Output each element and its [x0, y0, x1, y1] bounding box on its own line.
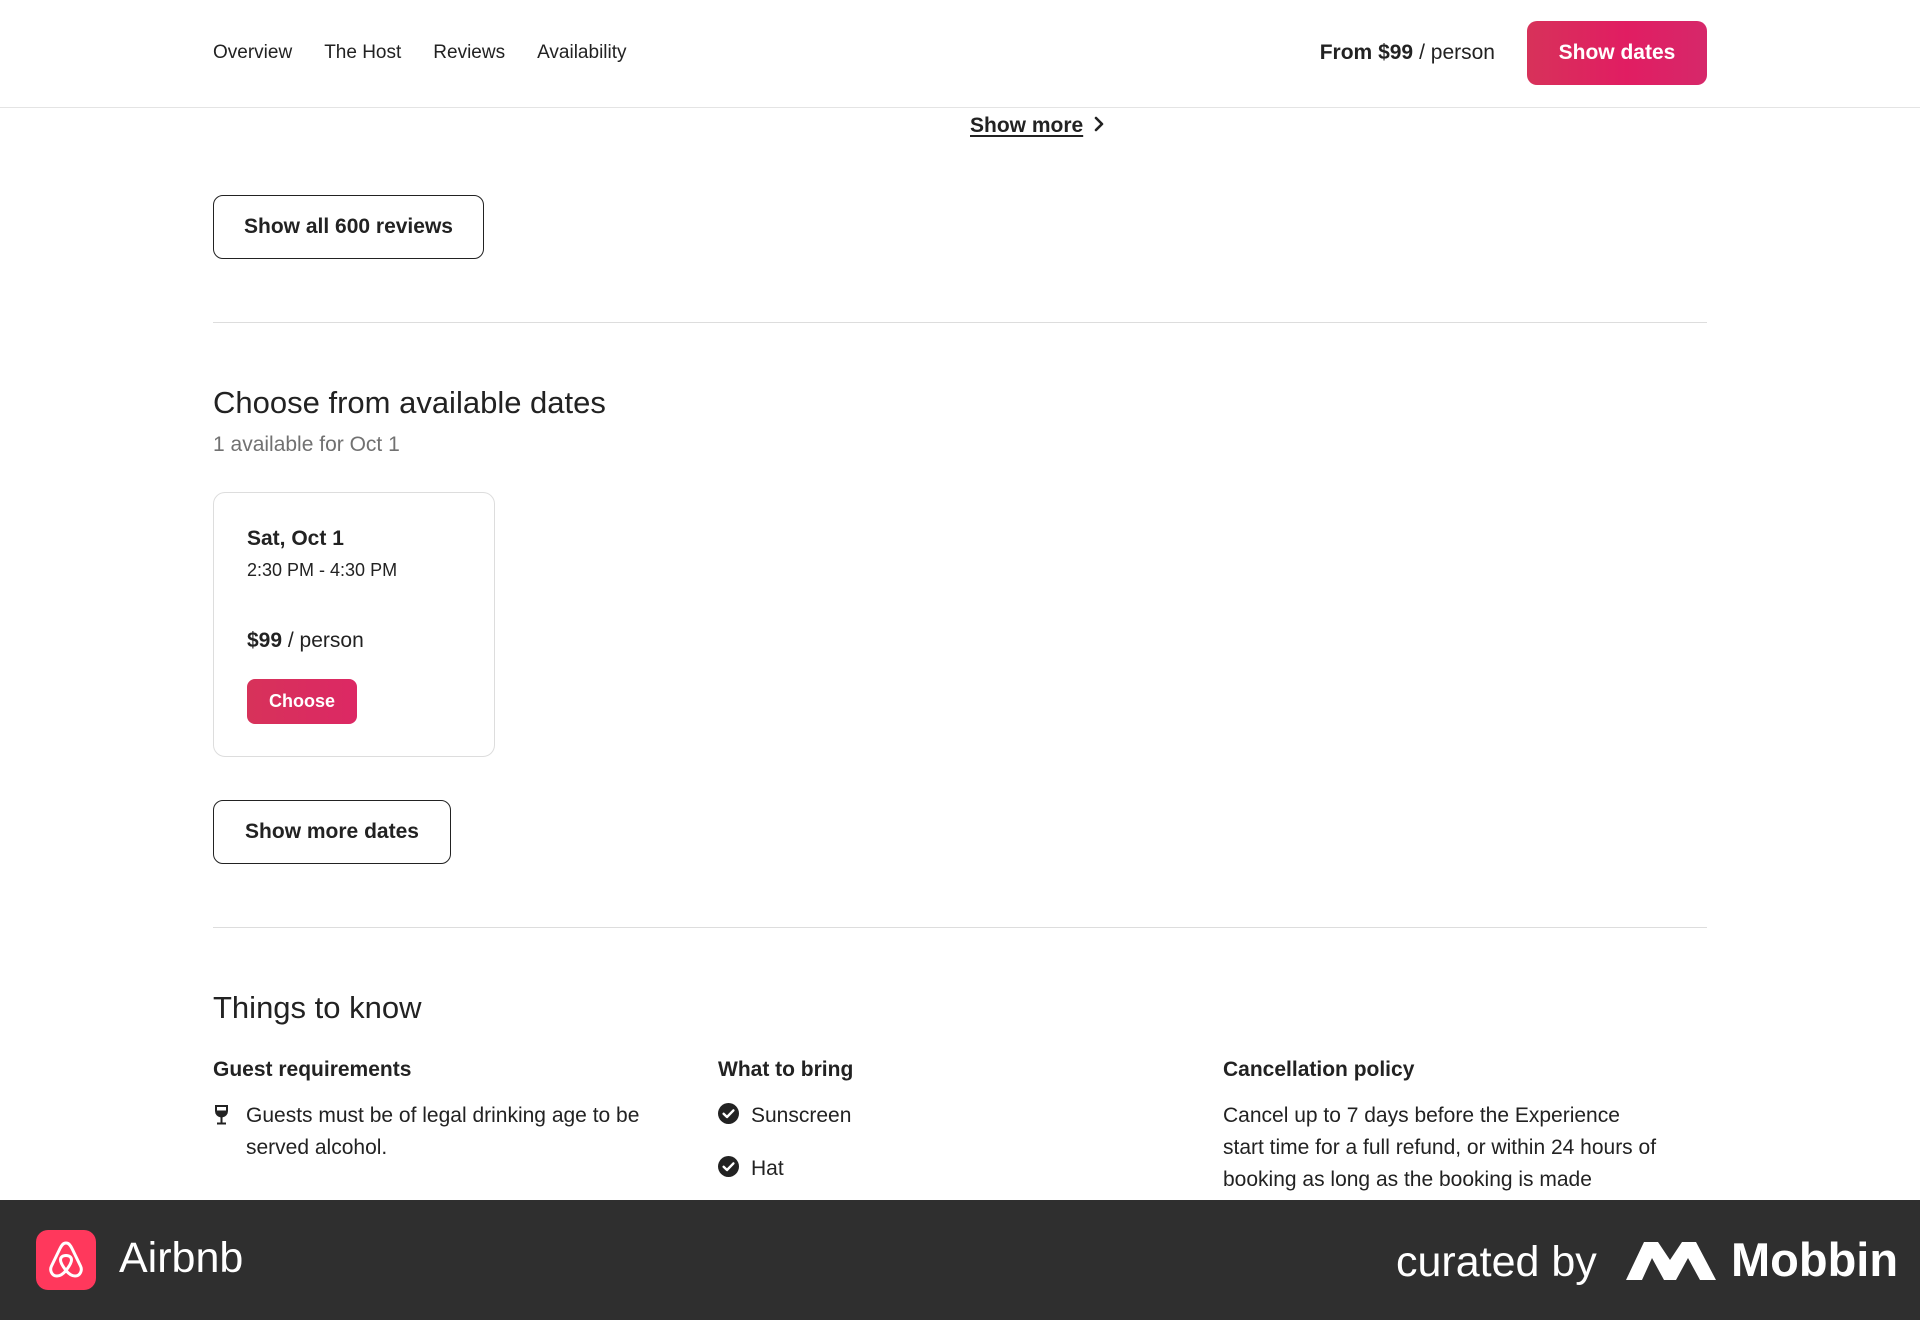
check-circle-icon [718, 1155, 739, 1183]
sticky-header: Overview The Host Reviews Availability F… [0, 0, 1920, 108]
show-all-reviews-button[interactable]: Show all 600 reviews [213, 195, 484, 259]
chevron-right-icon [1093, 114, 1105, 138]
things-to-know-title: Things to know [213, 990, 422, 1025]
nav-the-host[interactable]: The Host [324, 42, 401, 64]
app-name: Airbnb [119, 1234, 244, 1282]
guest-requirements-column: Guest requirements Guests must be of leg… [213, 1058, 643, 1164]
date-card-price: $99 / person [247, 629, 364, 653]
curated-by-label: curated by [1396, 1238, 1597, 1286]
cancellation-policy-text: Cancel up to 7 days before the Experienc… [1223, 1104, 1657, 1191]
choose-button[interactable]: Choose [247, 679, 357, 724]
show-more-dates-button[interactable]: Show more dates [213, 800, 451, 864]
guest-requirements-heading: Guest requirements [213, 1058, 412, 1081]
date-card: Sat, Oct 1 2:30 PM - 4:30 PM $99 / perso… [213, 492, 495, 757]
list-item: Hat [718, 1153, 1148, 1185]
list-item: Guests must be of legal drinking age to … [213, 1100, 643, 1164]
cancellation-policy-heading: Cancellation policy [1223, 1058, 1415, 1081]
nav-availability[interactable]: Availability [537, 42, 626, 64]
nav-overview[interactable]: Overview [213, 42, 292, 64]
date-card-date: Sat, Oct 1 [247, 527, 344, 550]
section-divider [213, 322, 1707, 323]
wine-glass-icon [213, 1100, 232, 1164]
list-item: Sunscreen [718, 1100, 1148, 1132]
show-more-label: Show more [970, 114, 1084, 137]
bring-item-text: Hat [751, 1157, 784, 1180]
available-dates-title: Choose from available dates [213, 385, 606, 420]
section-nav: Overview The Host Reviews Availability [213, 0, 627, 106]
what-to-bring-heading: What to bring [718, 1058, 854, 1081]
guest-requirement-text: Guests must be of legal drinking age to … [246, 1104, 640, 1159]
check-circle-icon [718, 1102, 739, 1130]
airbnb-logo-icon [36, 1230, 96, 1290]
mobbin-brand: Mobbin [1731, 1233, 1899, 1286]
mobbin-logo-icon [1626, 1240, 1716, 1285]
available-dates-subtitle: 1 available for Oct 1 [213, 433, 400, 456]
what-to-bring-column: What to bring Sunscreen Hat [718, 1058, 1148, 1206]
show-dates-button[interactable]: Show dates [1527, 21, 1707, 85]
nav-reviews[interactable]: Reviews [433, 42, 505, 64]
header-price-amount: From $99 [1319, 41, 1414, 64]
date-card-price-unit: / person [287, 629, 364, 652]
bring-item-text: Sunscreen [751, 1104, 852, 1127]
header-price-unit: / person [1419, 41, 1495, 64]
footer-bar: Airbnb curated by Mobbin [0, 1200, 1920, 1320]
show-more-link[interactable]: Show more [970, 114, 1105, 138]
section-divider [213, 927, 1707, 928]
cancellation-policy-column: Cancellation policy Cancel up to 7 days … [1223, 1058, 1663, 1196]
date-card-price-amount: $99 [247, 629, 283, 652]
header-price: From $99 / person [1320, 0, 1495, 106]
date-card-time: 2:30 PM - 4:30 PM [247, 560, 398, 580]
